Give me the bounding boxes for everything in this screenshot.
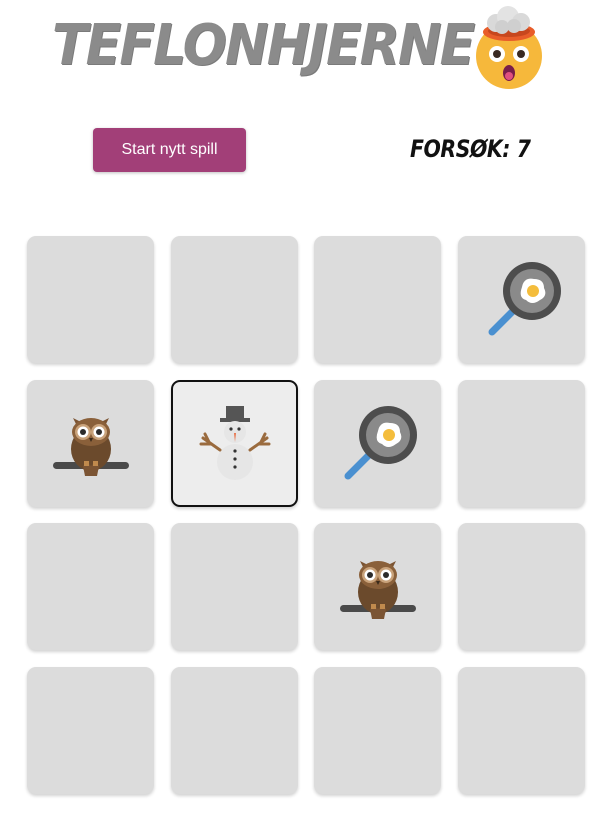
attempts-value: 7 [516, 135, 531, 163]
memory-card[interactable] [171, 236, 298, 363]
memory-card[interactable] [171, 380, 298, 507]
owl-icon [338, 547, 418, 627]
mind-blown-emoji-icon [466, 6, 552, 92]
memory-card[interactable] [27, 667, 154, 794]
memory-card[interactable] [458, 380, 585, 507]
attempts-label: FORSØK: [410, 135, 511, 163]
memory-card[interactable] [27, 523, 154, 650]
owl-icon [51, 404, 131, 484]
frying-pan-icon [482, 260, 562, 340]
snowman-icon [195, 404, 275, 484]
controls-bar: Start nytt spill FORSØK: 7 [0, 120, 611, 180]
new-game-button[interactable]: Start nytt spill [93, 128, 246, 172]
memory-card[interactable] [27, 380, 154, 507]
card-grid [27, 236, 585, 796]
frying-pan-icon [338, 404, 418, 484]
memory-card[interactable] [314, 236, 441, 363]
memory-card[interactable] [458, 667, 585, 794]
attempts-counter: FORSØK: 7 [410, 135, 531, 163]
memory-card[interactable] [314, 380, 441, 507]
memory-card[interactable] [458, 236, 585, 363]
game-title: TEFLONHJERNE [52, 13, 475, 78]
memory-card[interactable] [171, 523, 298, 650]
memory-card[interactable] [171, 667, 298, 794]
memory-card[interactable] [314, 667, 441, 794]
memory-card[interactable] [314, 523, 441, 650]
memory-card[interactable] [27, 236, 154, 363]
memory-card[interactable] [458, 523, 585, 650]
header: TEFLONHJERNE [0, 0, 611, 100]
